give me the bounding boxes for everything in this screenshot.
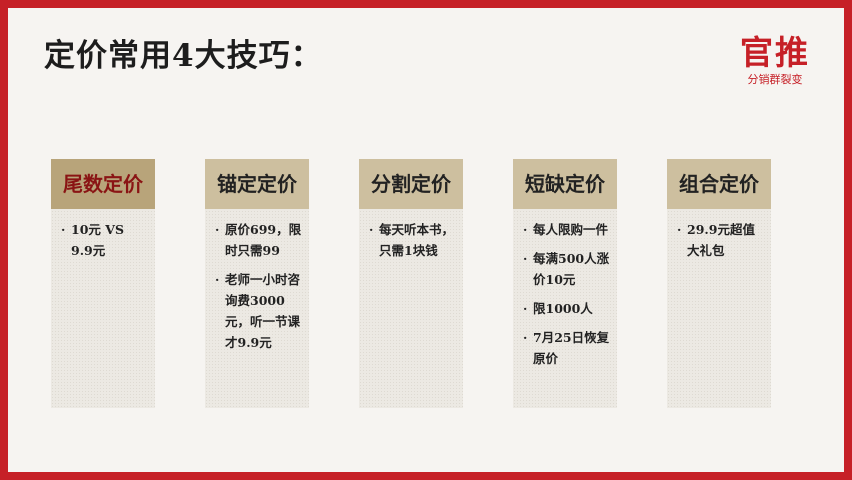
card-split-pricing: 分割定价 · 每天听本书，只需1块钱 [359, 159, 463, 408]
logo: 官推 分销群裂变 [730, 34, 820, 88]
card-list: · 每人限购一件 · 每满500人涨价10元 · 限1000人 · 7月25日恢复原价 [513, 209, 617, 369]
list-item: · 原价699，限时只需99 [215, 222, 302, 258]
list-item: · 老师一小时咨询费3000元，听一节课才9.9元 [215, 272, 301, 350]
card-heading: 锚定定价 [205, 159, 309, 209]
list-item: · 10元 VS 9.9元 [61, 222, 124, 258]
card-list: · 10元 VS 9.9元 [51, 209, 155, 261]
list-item: · 29.9元超值大礼包 [677, 222, 755, 258]
list-item: · 每天听本书，只需1块钱 [369, 222, 455, 258]
card-tail-pricing: 尾数定价 · 10元 VS 9.9元 [51, 159, 155, 408]
card-list: · 29.9元超值大礼包 [667, 209, 771, 261]
list-item: · 限1000人 [523, 301, 593, 316]
logo-sub: 分销群裂变 [747, 73, 803, 86]
list-item: · 7月25日恢复原价 [523, 330, 610, 366]
page-title: 定价常用4大技巧： [44, 38, 323, 74]
card-anchor-pricing: 锚定定价 · 原价699，限时只需99 · 老师一小时咨询费3000元，听一节课才9… [205, 159, 309, 408]
card-heading: 尾数定价 [51, 159, 155, 209]
logo-main: 官推 [740, 33, 810, 72]
card-bundle-pricing: 组合定价 · 29.9元超值大礼包 [667, 159, 771, 408]
card-list: · 每天听本书，只需1块钱 [359, 209, 463, 261]
card-scarcity-pricing: 短缺定价 · 每人限购一件 · 每满500人涨价10元 · 限1000人 · 7月25日… [513, 159, 617, 408]
card-heading: 短缺定价 [513, 159, 617, 209]
card-list: · 原价699，限时只需99 · 老师一小时咨询费3000元，听一节课才9.9元 [205, 209, 309, 353]
card-heading: 分割定价 [359, 159, 463, 209]
card-heading: 组合定价 [667, 159, 771, 209]
list-item: · 每人限购一件 [523, 222, 609, 237]
slide: 定价常用4大技巧： 官推 分销群裂变 尾数定价 · 10元 VS 9.9元 锚定定… [0, 0, 852, 480]
list-item: · 每满500人涨价10元 [523, 251, 610, 287]
